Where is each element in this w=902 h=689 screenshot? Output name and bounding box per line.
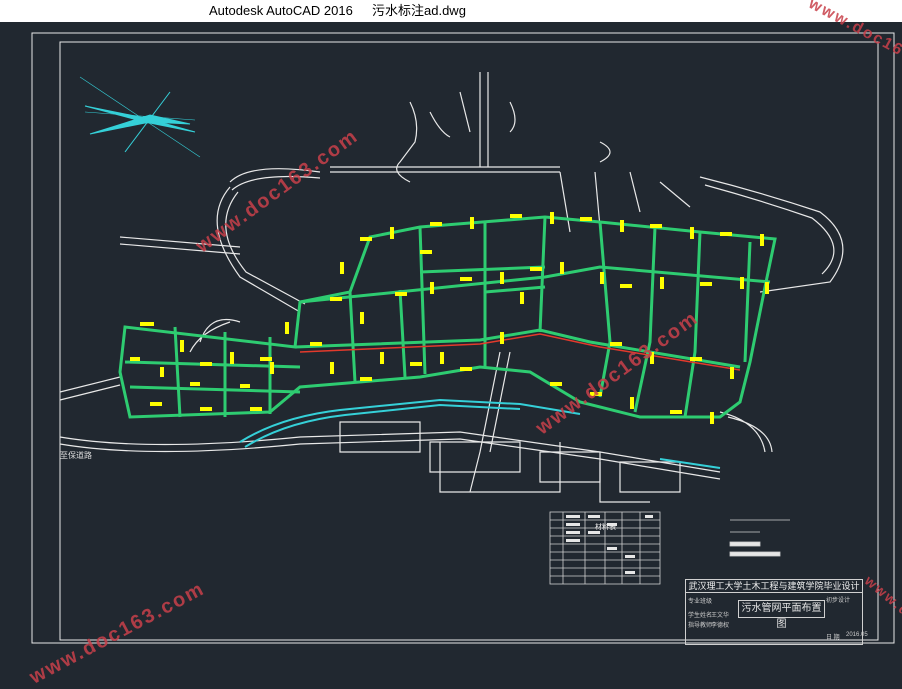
title-block-header: 武汉理工大学土木工程与建筑学院毕业设计 — [686, 580, 862, 593]
material-table-title: 材料表 — [595, 524, 616, 531]
advisor-label: 指导教师 — [688, 623, 713, 629]
student-name: 王文华 — [711, 613, 730, 619]
title-bar: Autodesk AutoCAD 2016 污水标注ad.dwg — [0, 0, 902, 22]
drawing-name: 污水管网平面布置图 — [738, 600, 825, 630]
river — [239, 398, 721, 469]
cad-drawing — [31, 32, 895, 644]
date-label: 日 期 — [826, 635, 840, 641]
date-value: 2016.05 — [846, 632, 868, 638]
compass-icon — [79, 76, 201, 158]
student-label: 学生姓名 — [688, 613, 713, 619]
advisor-name: 李德权 — [711, 623, 730, 629]
app-title: Autodesk AutoCAD 2016 — [209, 3, 353, 18]
file-name: 污水标注ad.dwg — [372, 3, 466, 18]
road-label: 至保道路 — [60, 451, 92, 460]
design-stage: 初步设计 — [826, 598, 851, 604]
review-label: 专业班级 — [688, 599, 713, 605]
drawing-canvas[interactable]: 至保道路 材料表 www.doc163.com www.doc163.com w… — [0, 0, 902, 689]
legend — [729, 519, 790, 557]
title-block: 武汉理工大学土木工程与建筑学院毕业设计 专业班级 学生姓名 王文华 指导教师 李… — [685, 579, 868, 645]
